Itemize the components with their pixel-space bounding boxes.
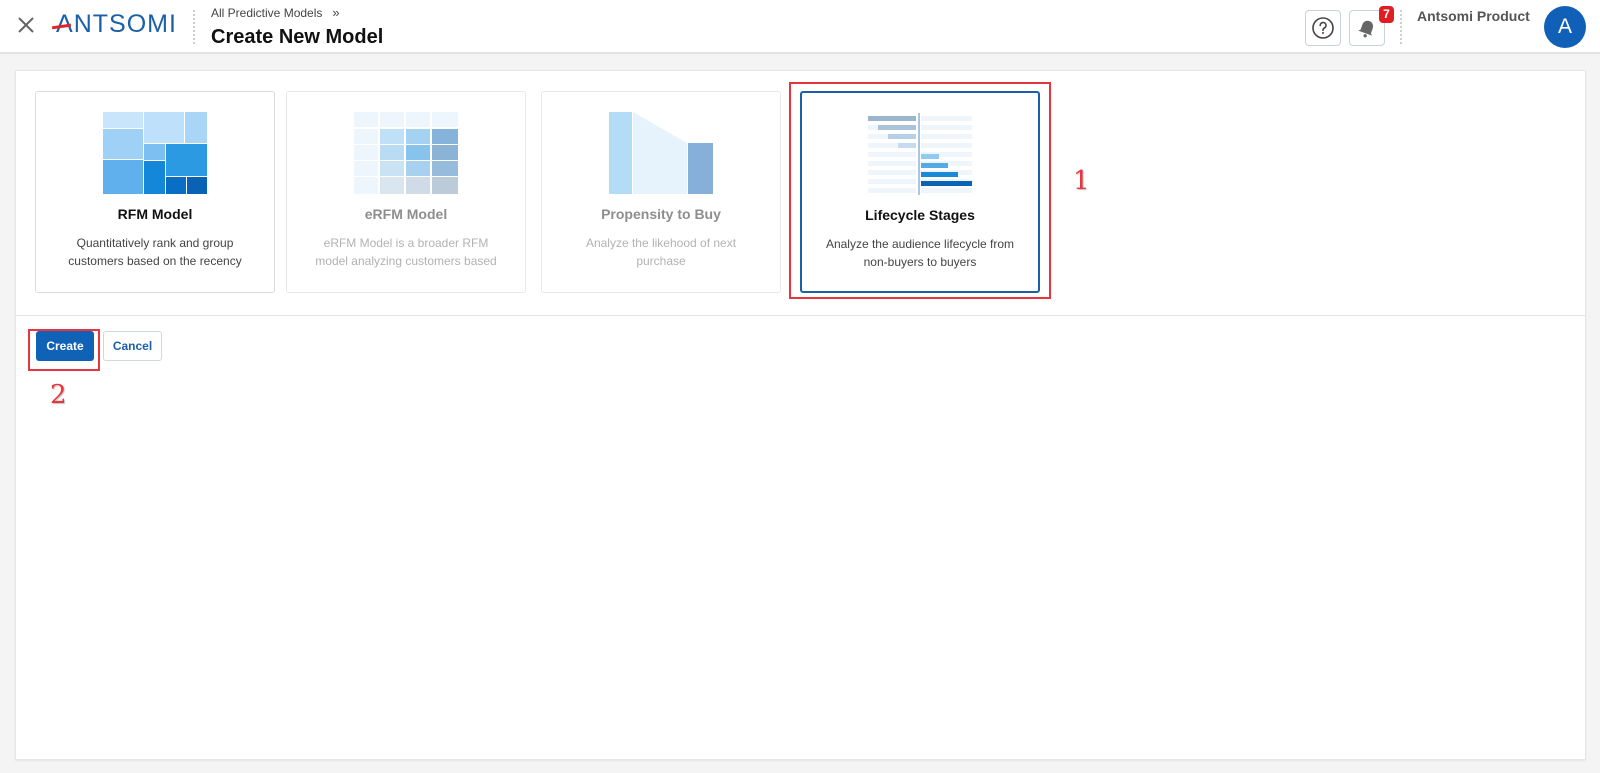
top-header: A NTSOMI All Predictive Models » Create N… — [0, 0, 1600, 54]
breadcrumb-separator: » — [332, 5, 340, 20]
annotation-number: 2 — [50, 380, 67, 410]
rfm-treemap-icon — [103, 112, 207, 194]
header-divider — [1400, 10, 1402, 44]
avatar[interactable]: A — [1544, 6, 1586, 48]
model-card-erfm: eRFM Model eRFM Model is a broader RFM m… — [286, 91, 526, 293]
erfm-grid-icon — [354, 112, 458, 194]
account-name[interactable]: Antsomi Product — [1417, 8, 1530, 24]
close-icon[interactable] — [14, 13, 38, 37]
annotation-highlight-create — [28, 329, 100, 371]
notification-badge: 7 — [1379, 6, 1394, 23]
annotation-highlight-lifecycle — [789, 82, 1051, 299]
annotation-number: 1 — [1073, 166, 1090, 196]
header-divider — [193, 10, 195, 44]
breadcrumb-link-all-models[interactable]: All Predictive Models — [211, 6, 322, 20]
antsomi-logo[interactable]: A NTSOMI — [56, 9, 177, 39]
cancel-button[interactable]: Cancel — [103, 331, 162, 361]
model-card-title: Propensity to Buy — [601, 206, 721, 222]
model-card-description: Analyze the likehood of next purchase — [585, 236, 737, 268]
model-card-description: Quantitatively rank and group customers … — [68, 236, 242, 268]
model-card-rfm[interactable]: RFM Model Quantitatively rank and group … — [35, 91, 275, 293]
help-button[interactable] — [1305, 10, 1341, 46]
page-title: Create New Model — [211, 26, 384, 48]
help-icon — [1312, 17, 1334, 39]
model-card-description: eRFM Model is a broader RFM model analyz… — [315, 236, 497, 268]
model-card-propensity: Propensity to Buy Analyze the likehood o… — [541, 91, 781, 293]
model-card-title: eRFM Model — [364, 206, 448, 222]
model-card-title: RFM Model — [117, 206, 193, 222]
propensity-funnel-icon — [609, 112, 713, 194]
bell-icon — [1358, 20, 1374, 38]
breadcrumb: All Predictive Models » — [211, 5, 340, 20]
